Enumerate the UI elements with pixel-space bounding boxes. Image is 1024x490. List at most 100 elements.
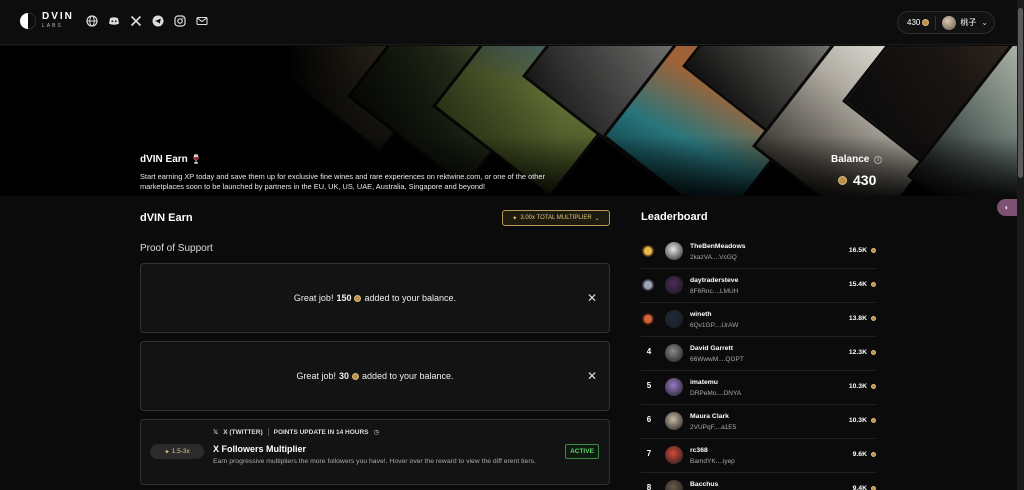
coin-icon (871, 282, 876, 287)
globe-icon[interactable] (86, 15, 98, 27)
username: 桃子 (960, 18, 977, 27)
coin-icon (871, 248, 876, 253)
leaderboard-score: 15.4K (849, 281, 876, 288)
reward-notice: Great job! 150 added to your balance. ✕ (140, 263, 610, 333)
avatar (665, 242, 683, 260)
user-account-menu[interactable]: 430 桃子 ⌄ (897, 11, 995, 34)
sparkle-icon: ✦ (512, 215, 518, 222)
proof-of-support-title: Proof of Support (140, 243, 213, 254)
dvin-labs-logo[interactable]: DVIN LABS (20, 12, 74, 29)
leaderboard-row[interactable]: 5 imatemu DRPeMo....DNYA 10.3K (641, 371, 876, 405)
wine-glass-icon: 🍷 (190, 154, 202, 164)
avatar (665, 276, 683, 294)
leaderboard-username: rc368 (690, 447, 708, 454)
balance-label: Balance i (831, 154, 883, 165)
leaderboard-row[interactable]: 8 Bacchus 9.4K (641, 473, 876, 490)
leaderboard-score: 9.4K (853, 485, 876, 490)
task-card-x-followers[interactable]: ✦ 1.5-3x 𝕏 X (TWITTER) POINTS UPDATE IN … (140, 419, 610, 485)
reward-amount: 150 (336, 293, 352, 303)
earn-section-title: dVIN Earn (140, 212, 193, 224)
leaderboard-score: 16.5K (849, 247, 876, 254)
hero-title: dVIN Earn 🍷 (140, 154, 202, 165)
task-title: X Followers Multiplier (213, 444, 307, 454)
leaderboard-username: Bacchus (690, 481, 719, 488)
close-icon[interactable]: ✕ (587, 291, 597, 305)
wallet-address: BamdYK....iyep (690, 458, 735, 465)
task-multiplier-chip[interactable]: ✦ 1.5-3x (150, 444, 204, 459)
silver-medal-icon (642, 279, 654, 291)
task-platform: X (TWITTER) (223, 428, 263, 436)
scrollbar-thumb[interactable] (1018, 8, 1023, 178)
top-navigation-bar: DVIN LABS 430 桃子 ⌄ (0, 0, 1017, 45)
wallet-address: 2VUPqF....a1E5 (690, 424, 737, 431)
avatar (665, 344, 683, 362)
leaderboard-score: 13.8K (849, 315, 876, 322)
reward-amount: 30 (338, 371, 349, 381)
leaderboard-title: Leaderboard (641, 211, 708, 223)
floating-helper-button[interactable]: ◐ (997, 199, 1017, 216)
coin-icon (351, 372, 359, 380)
leaderboard-score: 9.6K (853, 451, 876, 458)
leaderboard-row[interactable]: 4 David Garrett 66WwwM....QGPT 12.3K (641, 337, 876, 371)
telegram-icon[interactable] (152, 15, 164, 27)
logo-text-top: DVIN (42, 11, 74, 22)
gold-medal-icon (642, 245, 654, 257)
discord-icon[interactable] (108, 15, 120, 27)
rank-number: 8 (646, 483, 652, 490)
rank-number: 7 (646, 449, 652, 458)
leaderboard-row[interactable]: 7 rc368 BamdYK....iyep 9.6K (641, 439, 876, 473)
avatar (665, 378, 683, 396)
avatar (665, 412, 683, 430)
leaderboard-username: wineth (690, 311, 712, 318)
leaderboard-row[interactable]: wineth 6Qv1GP....UrAW 13.8K (641, 303, 876, 337)
chevron-down-icon: ⌄ (594, 215, 600, 222)
logo-text-bottom: LABS (42, 23, 63, 29)
logo-mark-icon (20, 12, 36, 29)
info-icon[interactable]: i (874, 156, 883, 164)
coin-icon (922, 19, 930, 26)
wallet-address: 8F6Rnc....LMUH (690, 288, 739, 295)
close-icon[interactable]: ✕ (587, 369, 597, 383)
wallet-address: DRPeMo....DNYA (690, 390, 742, 397)
wallet-address: 6Qv1GP....UrAW (690, 322, 739, 329)
leaderboard-row[interactable]: daytradersteve 8F6Rnc....LMUH 15.4K (641, 269, 876, 303)
rank-number: 5 (646, 381, 652, 390)
avatar (942, 15, 957, 30)
coin-icon (871, 350, 876, 355)
leaderboard-username: imatemu (690, 379, 718, 386)
avatar (665, 480, 683, 490)
wallet-address: 66WwwM....QGPT (690, 356, 744, 363)
leaderboard-score: 12.3K (849, 349, 876, 356)
coin-icon (871, 316, 876, 321)
header-points: 430 (907, 18, 921, 27)
leaderboard-username: Maura Clark (690, 413, 729, 420)
x-icon[interactable] (130, 15, 142, 27)
bronze-medal-icon (642, 313, 654, 325)
leaderboard-username: TheBenMeadows (690, 243, 746, 250)
leaderboard-list: TheBenMeadows 2kazVA....VcGQ 16.5K daytrade… (641, 235, 876, 490)
leaderboard-row[interactable]: 6 Maura Clark 2VUPqF....a1E5 10.3K (641, 405, 876, 439)
balance-value: 430 (838, 172, 876, 188)
mail-icon[interactable] (196, 15, 208, 27)
avatar (665, 446, 683, 464)
coin-icon (354, 294, 362, 302)
chevron-down-icon: ⌄ (981, 18, 988, 27)
leaderboard-row[interactable]: TheBenMeadows 2kazVA....VcGQ 16.5K (641, 235, 876, 269)
task-meta: 𝕏 X (TWITTER) POINTS UPDATE IN 14 HOURS … (213, 428, 379, 436)
status-badge: ACTIVE (565, 444, 599, 459)
leaderboard-username: David Garrett (690, 345, 734, 352)
instagram-icon[interactable] (174, 15, 186, 27)
total-multiplier-dropdown[interactable]: ✦ 3.00x TOTAL MULTIPLIER ⌄ (502, 210, 610, 226)
task-description: Earn progressive multipliers the more fo… (213, 458, 536, 465)
social-links (86, 15, 208, 27)
hero-description: Start earning XP today and save them up … (140, 172, 545, 191)
coin-icon (871, 418, 876, 423)
coin-icon (838, 175, 847, 185)
rank-number: 4 (646, 347, 652, 356)
sparkle-icon: ✦ (164, 448, 170, 456)
reward-notice: Great job! 30 added to your balance. ✕ (140, 341, 610, 411)
x-icon: 𝕏 (213, 429, 219, 436)
coin-icon (871, 486, 876, 490)
leaderboard-score: 10.3K (849, 417, 876, 424)
coin-icon (871, 384, 876, 389)
